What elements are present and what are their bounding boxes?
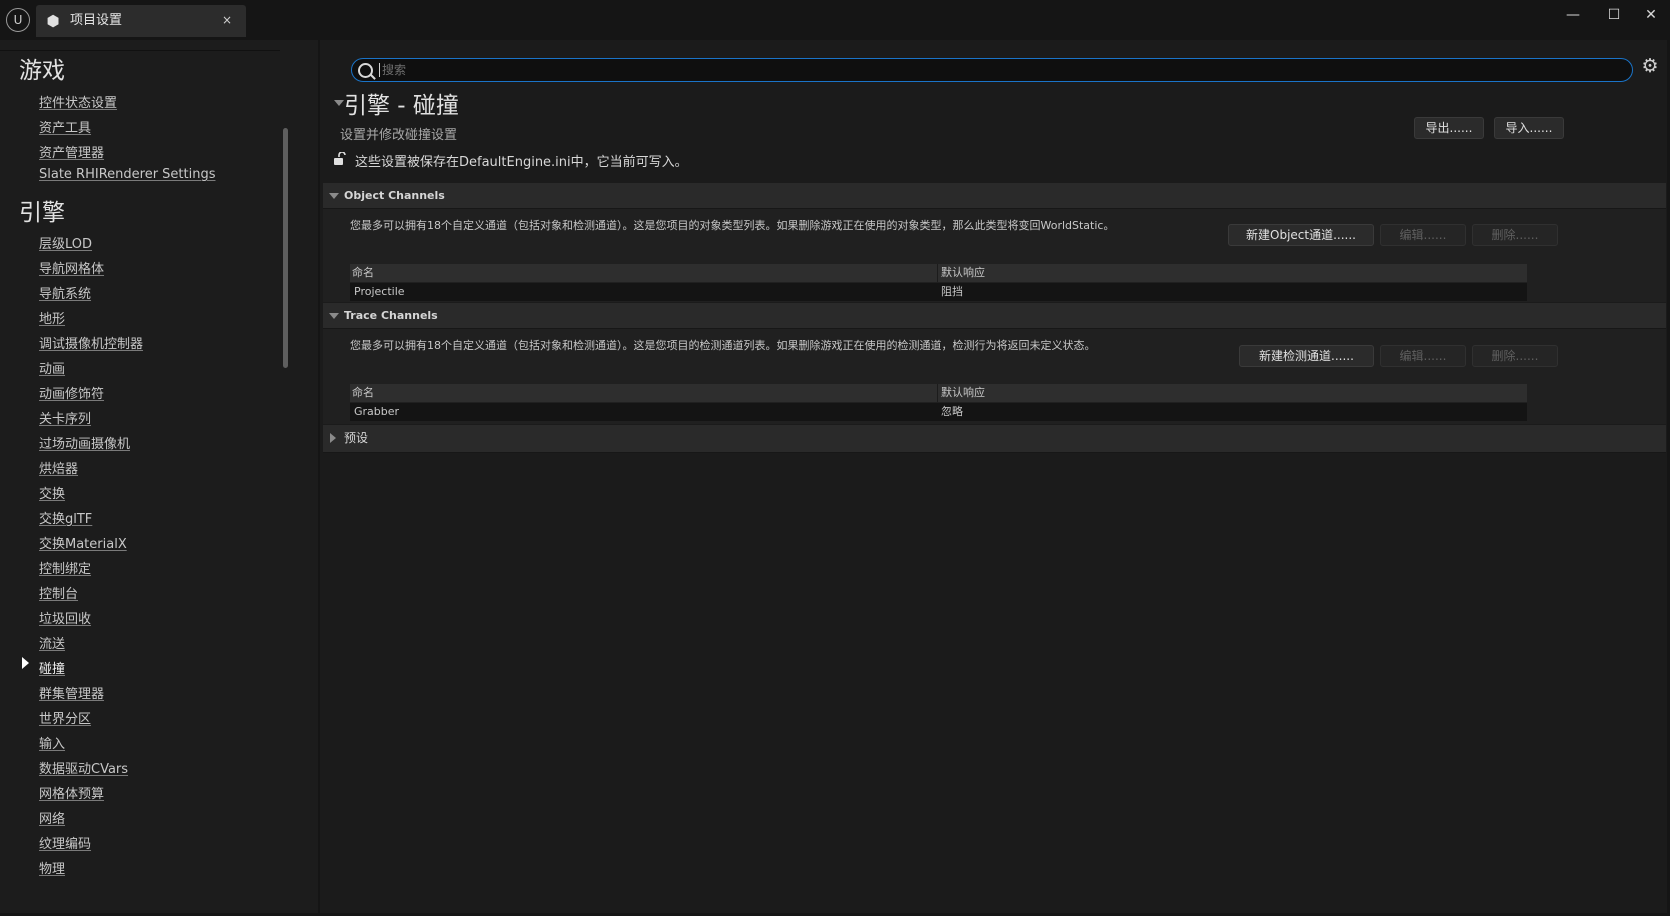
import-button[interactable]: 导入...... — [1494, 117, 1564, 139]
sidebar-item[interactable]: 动画修饰符 — [39, 383, 104, 402]
sidebar-scrollbar[interactable] — [283, 128, 288, 368]
unreal-logo-icon[interactable]: U — [6, 8, 30, 32]
sidebar-item[interactable]: 网络 — [39, 808, 65, 827]
presets-header[interactable]: 预设 — [323, 425, 1666, 453]
sidebar-item[interactable]: 导航系统 — [39, 283, 91, 302]
expand-arrow-icon — [330, 433, 336, 443]
export-button[interactable]: 导出...... — [1414, 117, 1484, 139]
channel-response: 忽略 — [941, 405, 963, 418]
active-item-arrow-icon — [22, 657, 29, 669]
sidebar-item[interactable]: Slate RHIRenderer Settings — [39, 167, 216, 182]
channel-name: Grabber — [354, 405, 400, 418]
column-header-response[interactable]: 默认响应 — [941, 264, 985, 282]
category-label: 预设 — [344, 431, 369, 445]
unlocked-icon — [334, 152, 346, 165]
collapse-arrow-icon[interactable] — [334, 100, 344, 106]
search-input[interactable] — [382, 60, 1582, 80]
trace-channels-header[interactable]: Trace Channels — [323, 303, 1666, 329]
sidebar-item[interactable]: 输入 — [39, 733, 65, 752]
sidebar-item[interactable]: 流送 — [39, 633, 65, 652]
title-bar: U ⬢ 项目设置 × — ☐ ✕ — [0, 0, 1670, 40]
table-header: 命名 默认响应 — [350, 264, 1527, 282]
column-header-response[interactable]: 默认响应 — [941, 384, 985, 402]
sidebar-item[interactable]: 世界分区 — [39, 708, 91, 727]
sidebar-item[interactable]: 物理 — [39, 858, 65, 877]
maximize-button[interactable]: ☐ — [1599, 5, 1629, 25]
sidebar-item[interactable]: 地形 — [39, 308, 65, 327]
sidebar-item[interactable]: 资产管理器 — [39, 142, 104, 161]
sidebar-item[interactable]: 调试摄像机控制器 — [39, 333, 143, 352]
sidebar-item[interactable]: 关卡序列 — [39, 408, 91, 427]
settings-main-panel: ⚙ 引擎 - 碰撞 设置并修改碰撞设置 导出...... 导入...... 这些… — [320, 40, 1667, 913]
gear-icon[interactable]: ⚙ — [1638, 54, 1662, 78]
delete-button[interactable]: 删除...... — [1472, 224, 1558, 246]
sidebar-item[interactable]: 纹理编码 — [39, 833, 91, 852]
category-label: Trace Channels — [344, 309, 438, 322]
new-object-channel-button[interactable]: 新建Object通道...... — [1228, 224, 1374, 246]
table-row[interactable]: Grabber 忽略 — [350, 403, 1527, 421]
sidebar-item[interactable]: 控制绑定 — [39, 558, 91, 577]
column-divider — [937, 384, 938, 402]
section-heading-game: 游戏 — [19, 58, 65, 84]
tab-project-settings[interactable]: ⬢ 项目设置 × — [36, 5, 246, 37]
section-heading-engine: 引擎 — [19, 200, 65, 226]
minimize-button[interactable]: — — [1558, 5, 1588, 25]
sidebar-item[interactable]: 群集管理器 — [39, 683, 104, 702]
sidebar-item-collision[interactable]: 碰撞 — [39, 658, 65, 677]
tab-close-button[interactable]: × — [222, 5, 232, 36]
sidebar-item[interactable]: 交换 — [39, 483, 65, 502]
sidebar-item[interactable]: 数据驱动CVars — [39, 758, 128, 777]
object-channels-header[interactable]: Object Channels — [323, 183, 1666, 209]
page-subtitle: 设置并修改碰撞设置 — [340, 128, 458, 143]
edit-button[interactable]: 编辑...... — [1380, 224, 1466, 246]
collapse-arrow-icon — [329, 313, 339, 319]
sidebar-item[interactable]: 过场动画摄像机 — [39, 433, 130, 452]
channel-response: 阻挡 — [941, 285, 963, 298]
collapse-arrow-icon — [329, 193, 339, 199]
column-header-name[interactable]: 命名 — [352, 264, 374, 282]
delete-button[interactable]: 删除...... — [1472, 345, 1558, 367]
config-notice: 这些设置被保存在DefaultEngine.ini中，它当前可写入。 — [355, 155, 688, 170]
search-box[interactable] — [351, 58, 1633, 82]
column-divider — [937, 264, 938, 282]
settings-cube-icon: ⬢ — [46, 12, 60, 30]
trace-channels-description: 您最多可以拥有18个自定义通道（包括对象和检测通道）。这是您项目的检测通道列表。… — [350, 339, 1096, 352]
search-icon — [358, 63, 373, 78]
trace-channels-body: 您最多可以拥有18个自定义通道（包括对象和检测通道）。这是您项目的检测通道列表。… — [323, 329, 1666, 424]
object-channels-body: 您最多可以拥有18个自定义通道（包括对象和检测通道）。这是您项目的对象类型列表。… — [323, 209, 1666, 302]
text-cursor — [379, 63, 380, 77]
settings-sidebar: 游戏 控件状态设置 资产工具 资产管理器 Slate RHIRenderer S… — [0, 40, 318, 913]
sidebar-item[interactable]: 导航网格体 — [39, 258, 104, 277]
sidebar-item[interactable]: 动画 — [39, 358, 65, 377]
edit-button[interactable]: 编辑...... — [1380, 345, 1466, 367]
sidebar-item[interactable]: 网格体预算 — [39, 783, 104, 802]
sidebar-item[interactable]: 层级LOD — [39, 233, 92, 252]
category-label: Object Channels — [344, 189, 445, 202]
new-trace-channel-button[interactable]: 新建检测通道...... — [1239, 345, 1374, 367]
tab-label: 项目设置 — [70, 13, 123, 28]
column-header-name[interactable]: 命名 — [352, 384, 374, 402]
sidebar-item[interactable]: 控制台 — [39, 583, 78, 602]
close-window-button[interactable]: ✕ — [1636, 5, 1666, 25]
sidebar-item[interactable]: 烘焙器 — [39, 458, 78, 477]
table-row[interactable]: Projectile 阻挡 — [350, 283, 1527, 301]
channel-name: Projectile — [354, 285, 405, 298]
page-title: 引擎 - 碰撞 — [344, 93, 459, 119]
sidebar-item[interactable]: 资产工具 — [39, 117, 91, 136]
sidebar-item[interactable]: 交换glTF — [39, 508, 92, 527]
object-channels-description: 您最多可以拥有18个自定义通道（包括对象和检测通道）。这是您项目的对象类型列表。… — [350, 219, 1115, 232]
sidebar-item[interactable]: 交换MaterialX — [39, 533, 127, 552]
table-header: 命名 默认响应 — [350, 384, 1527, 402]
sidebar-item[interactable]: 控件状态设置 — [39, 92, 117, 111]
sidebar-item[interactable]: 垃圾回收 — [39, 608, 91, 627]
